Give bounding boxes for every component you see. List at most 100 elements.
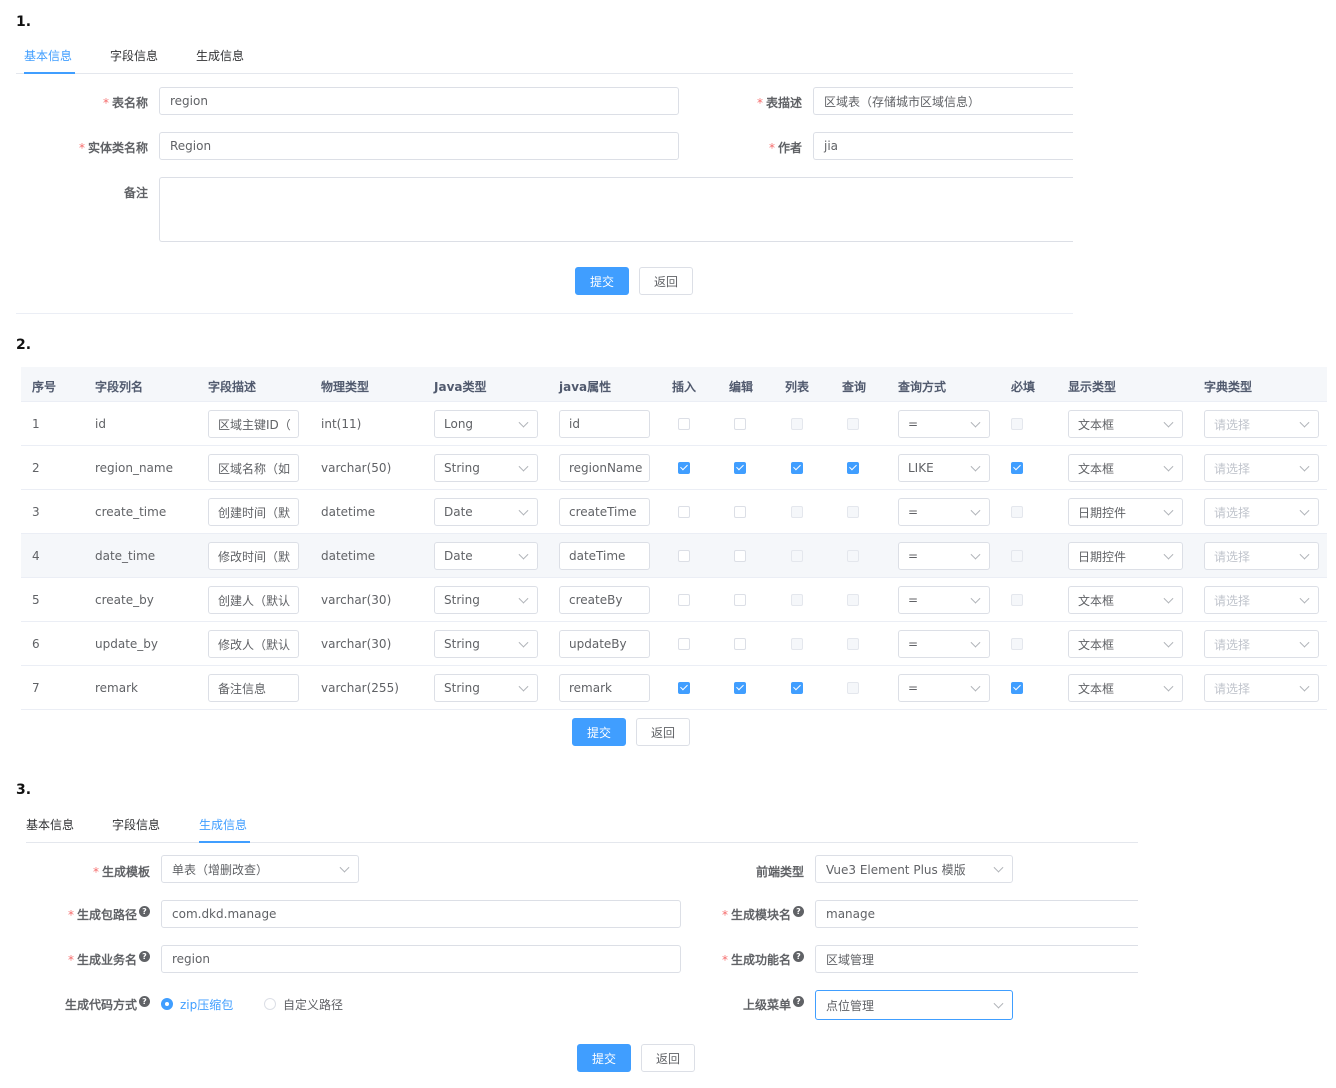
row-java-type-select[interactable]: Long: [434, 410, 538, 438]
table-name-input[interactable]: region: [159, 87, 679, 115]
row-desc-input[interactable]: 修改时间（默: [208, 542, 299, 570]
radio-zip[interactable]: [161, 998, 173, 1010]
row-java-field-input[interactable]: dateTime: [559, 542, 650, 570]
tab-basic-info[interactable]: 基本信息: [24, 47, 72, 64]
template-select[interactable]: 单表（增删改查）: [161, 855, 359, 883]
remark-textarea[interactable]: [159, 177, 1073, 242]
row-dict-type-select[interactable]: 请选择: [1204, 674, 1319, 702]
row-query-checkbox[interactable]: [847, 594, 859, 606]
row-query-checkbox[interactable]: [847, 638, 859, 650]
row-dict-type-select[interactable]: 请选择: [1204, 586, 1319, 614]
row-java-type-select[interactable]: String: [434, 454, 538, 482]
row-query-checkbox[interactable]: [847, 462, 859, 474]
row-required-checkbox[interactable]: [1011, 462, 1023, 474]
row-query-type-select[interactable]: LIKE: [898, 454, 990, 482]
business-input[interactable]: region: [161, 945, 681, 973]
row-html-type-select[interactable]: 日期控件: [1068, 498, 1183, 526]
row-query-type-select[interactable]: =: [898, 630, 990, 658]
row-desc-input[interactable]: 创建时间（默: [208, 498, 299, 526]
row-insert-checkbox[interactable]: [678, 594, 690, 606]
row-desc-input[interactable]: 区域主键ID（: [208, 410, 299, 438]
row-java-type-select[interactable]: Date: [434, 542, 538, 570]
tab-gen-info[interactable]: 生成信息: [196, 47, 244, 64]
row-desc-input[interactable]: 区域名称（如: [208, 454, 299, 482]
row-insert-checkbox[interactable]: [678, 506, 690, 518]
row-dict-type-select[interactable]: 请选择: [1204, 498, 1319, 526]
row-query-type-select[interactable]: =: [898, 542, 990, 570]
row-required-checkbox[interactable]: [1011, 506, 1023, 518]
row-query-checkbox[interactable]: [847, 418, 859, 430]
row-java-field-input[interactable]: id: [559, 410, 650, 438]
row-query-type-select[interactable]: =: [898, 410, 990, 438]
radio-custom-path[interactable]: [264, 998, 276, 1010]
row-html-type-select[interactable]: 文本框: [1068, 630, 1183, 658]
row-list-checkbox[interactable]: [791, 506, 803, 518]
row-list-checkbox[interactable]: [791, 638, 803, 650]
row-desc-input[interactable]: 创建人（默认: [208, 586, 299, 614]
row-edit-checkbox[interactable]: [734, 594, 746, 606]
gen-tab-column-info[interactable]: 字段信息: [112, 816, 160, 833]
help-icon[interactable]: ?: [793, 906, 804, 917]
row-java-field-input[interactable]: regionName: [559, 454, 650, 482]
front-type-select[interactable]: Vue3 Element Plus 模版: [815, 855, 1013, 883]
row-edit-checkbox[interactable]: [734, 638, 746, 650]
row-dict-type-select[interactable]: 请选择: [1204, 542, 1319, 570]
row-insert-checkbox[interactable]: [678, 638, 690, 650]
row-html-type-select[interactable]: 文本框: [1068, 410, 1183, 438]
gen-tab-gen-info[interactable]: 生成信息: [199, 816, 247, 833]
gen-submit-button[interactable]: 提交: [577, 1044, 631, 1072]
row-dict-type-select[interactable]: 请选择: [1204, 454, 1319, 482]
row-java-field-input[interactable]: createBy: [559, 586, 650, 614]
radio-custom-path-label[interactable]: 自定义路径: [283, 996, 343, 1013]
submit-button[interactable]: 提交: [575, 267, 629, 295]
gen-tab-basic-info[interactable]: 基本信息: [26, 816, 74, 833]
row-list-checkbox[interactable]: [791, 462, 803, 474]
radio-zip-label[interactable]: zip压缩包: [180, 996, 233, 1013]
row-insert-checkbox[interactable]: [678, 462, 690, 474]
row-insert-checkbox[interactable]: [678, 418, 690, 430]
row-insert-checkbox[interactable]: [678, 550, 690, 562]
row-java-field-input[interactable]: remark: [559, 674, 650, 702]
row-required-checkbox[interactable]: [1011, 638, 1023, 650]
package-input[interactable]: com.dkd.manage: [161, 900, 681, 928]
parent-menu-select[interactable]: 点位管理: [815, 990, 1013, 1020]
row-desc-input[interactable]: 备注信息: [208, 674, 299, 702]
row-edit-checkbox[interactable]: [734, 462, 746, 474]
help-icon[interactable]: ?: [139, 951, 150, 962]
row-java-field-input[interactable]: createTime: [559, 498, 650, 526]
row-html-type-select[interactable]: 文本框: [1068, 674, 1183, 702]
row-query-checkbox[interactable]: [847, 682, 859, 694]
row-java-type-select[interactable]: String: [434, 630, 538, 658]
row-html-type-select[interactable]: 文本框: [1068, 586, 1183, 614]
row-html-type-select[interactable]: 文本框: [1068, 454, 1183, 482]
gen-back-button[interactable]: 返回: [641, 1044, 695, 1072]
row-java-type-select[interactable]: String: [434, 586, 538, 614]
row-query-checkbox[interactable]: [847, 550, 859, 562]
row-java-field-input[interactable]: updateBy: [559, 630, 650, 658]
row-desc-input[interactable]: 修改人（默认: [208, 630, 299, 658]
row-query-type-select[interactable]: =: [898, 498, 990, 526]
row-list-checkbox[interactable]: [791, 418, 803, 430]
row-query-checkbox[interactable]: [847, 506, 859, 518]
row-required-checkbox[interactable]: [1011, 682, 1023, 694]
row-list-checkbox[interactable]: [791, 682, 803, 694]
row-dict-type-select[interactable]: 请选择: [1204, 630, 1319, 658]
columns-back-button[interactable]: 返回: [636, 718, 690, 746]
row-edit-checkbox[interactable]: [734, 418, 746, 430]
row-dict-type-select[interactable]: 请选择: [1204, 410, 1319, 438]
help-icon[interactable]: ?: [793, 996, 804, 1007]
row-java-type-select[interactable]: Date: [434, 498, 538, 526]
help-icon[interactable]: ?: [139, 996, 150, 1007]
row-required-checkbox[interactable]: [1011, 594, 1023, 606]
row-list-checkbox[interactable]: [791, 594, 803, 606]
back-button[interactable]: 返回: [639, 267, 693, 295]
row-java-type-select[interactable]: String: [434, 674, 538, 702]
function-input[interactable]: 区域管理: [815, 945, 1138, 973]
help-icon[interactable]: ?: [793, 951, 804, 962]
row-list-checkbox[interactable]: [791, 550, 803, 562]
row-required-checkbox[interactable]: [1011, 418, 1023, 430]
table-desc-input[interactable]: 区域表（存储城市区域信息）: [813, 87, 1073, 115]
row-html-type-select[interactable]: 日期控件: [1068, 542, 1183, 570]
row-edit-checkbox[interactable]: [734, 682, 746, 694]
row-edit-checkbox[interactable]: [734, 550, 746, 562]
